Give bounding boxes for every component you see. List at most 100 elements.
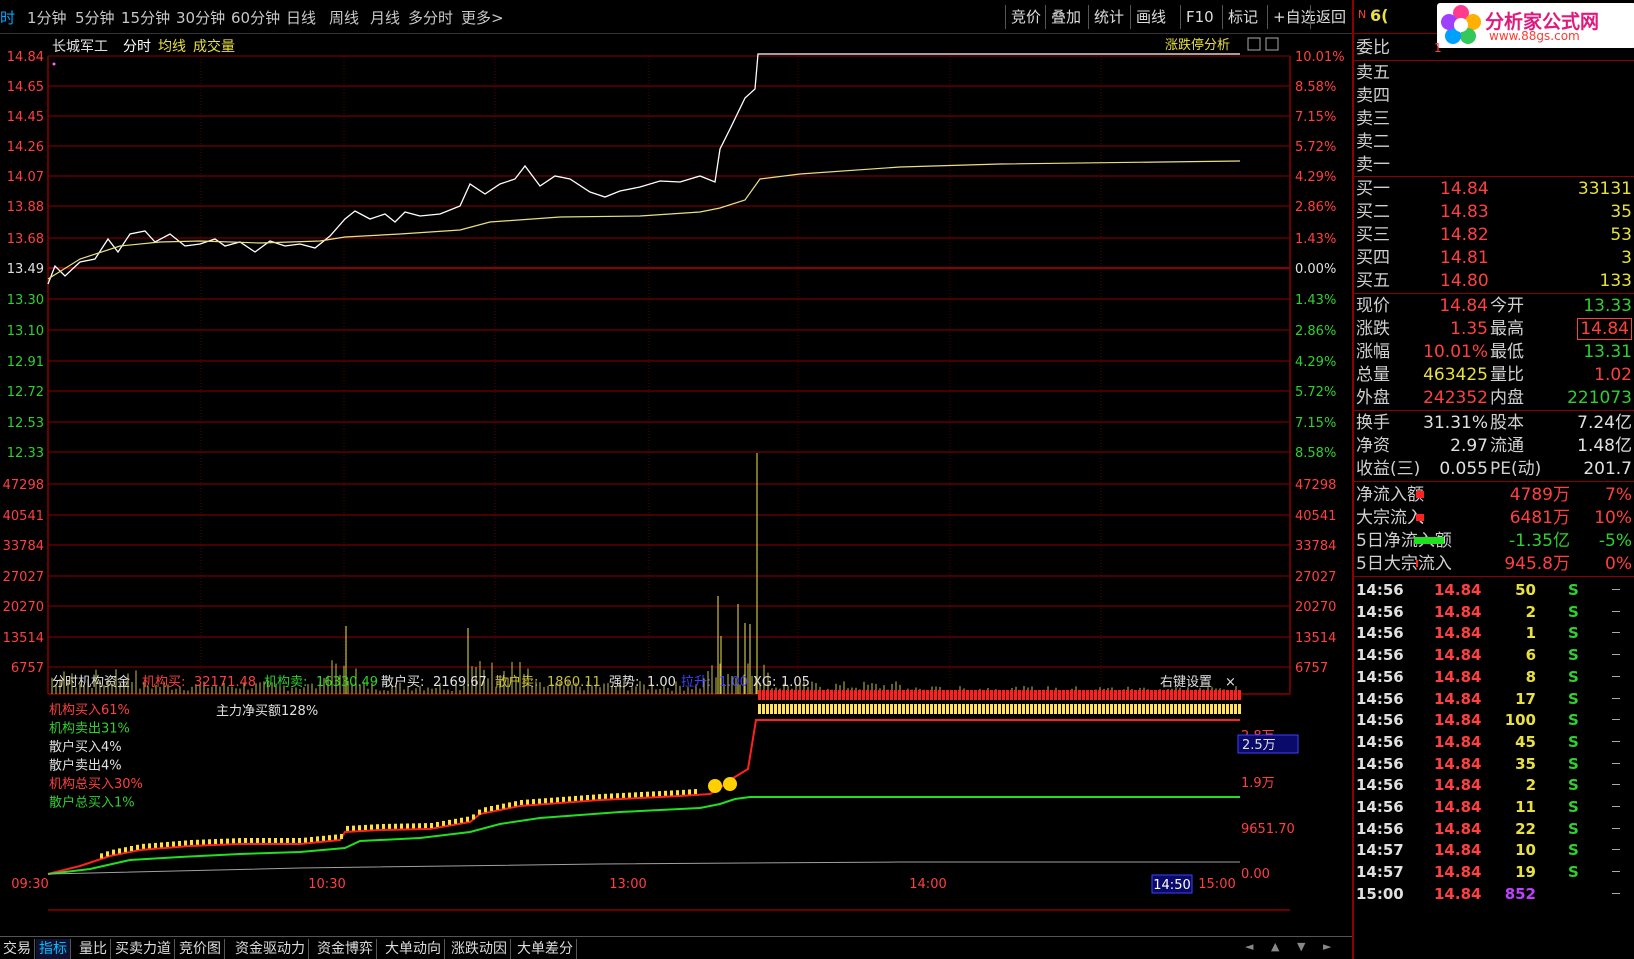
limit-marker-yellow [1202,704,1205,714]
buy-marker [514,801,517,807]
expand-icon[interactable] [1265,37,1279,51]
indicator-tab-7[interactable]: 大单动向 [382,939,445,959]
flow-percent: 10% [1594,508,1632,528]
period-tab-1[interactable]: 1分钟 [27,7,67,28]
buy-marker [694,789,697,795]
collapse-icon[interactable] [1247,37,1261,51]
buy-marker [550,797,553,803]
period-tab-4[interactable]: 30分钟 [176,7,225,28]
indicator-tab-4[interactable]: 竞价图 [176,939,225,959]
indicator-tab-0[interactable]: 交易 [0,939,35,959]
limit-marker-red [1042,690,1045,700]
limit-marker-red [894,690,897,700]
period-tab-0[interactable]: 时 [0,7,15,28]
zoom-out-icon[interactable]: ▼ [1297,940,1305,953]
limit-marker-yellow [1114,704,1117,714]
limit-marker-red [770,690,773,700]
tick-price: 14.84 [1434,624,1482,643]
limit-marker-red [1130,690,1133,700]
bid-volume: 33131 [1577,179,1632,199]
buy-marker [226,838,229,844]
limit-marker-red [926,690,929,700]
info-value: 2.97 [1450,436,1488,456]
limit-marker-yellow [978,704,981,714]
ask-row: 卖三 [1354,108,1634,130]
indicator-tab-9[interactable]: 大单差分 [514,939,577,959]
period-tab-8[interactable]: 月线 [370,7,400,28]
period-tab-2[interactable]: 5分钟 [75,7,115,28]
toolbar-button-3[interactable]: 画线 [1130,5,1171,29]
toolbar-button-0[interactable]: 竞价 [1005,5,1046,29]
bid-row: 买二 14.83 35 [1354,201,1634,223]
indicator-tab-6[interactable]: 资金博弈 [314,939,377,959]
limit-marker-yellow [1042,704,1045,714]
toolbar-button-2[interactable]: 统计 [1088,5,1129,29]
limit-analysis-button[interactable]: 涨跌停分析 [1165,37,1230,53]
limit-marker-red [858,690,861,700]
tick-dash [1612,892,1620,894]
buy-marker [178,840,181,846]
buy-marker [556,797,559,803]
bid-level-label: 买一 [1356,179,1390,199]
indicator-settings-button[interactable]: 右键设置 [1160,675,1212,690]
tick-volume: 852 [1504,884,1536,903]
zoom-in-icon[interactable]: ▲ [1271,940,1279,953]
limit-marker-yellow [930,704,933,714]
buy-marker [154,842,157,848]
buy-marker [106,851,109,857]
period-tab-6[interactable]: 日线 [286,7,316,28]
toolbar-button-4[interactable]: F10 [1180,5,1219,29]
toolbar-button-7[interactable]: 返回 [1310,5,1351,29]
buy-marker [322,835,325,841]
scroll-left-icon[interactable]: ◄ [1245,940,1253,953]
time-share-chart[interactable]: 长城军工 分时 均线 成交量 涨跌停分析 14.84 14.65 14.45 14.26 14.0… [0,34,1352,936]
buy-marker [112,849,115,855]
indicator-tab-2[interactable]: 量比 [76,939,111,959]
indicator-retail-buy: 2169.67 [433,675,487,690]
tick-volume: 6 [1525,646,1536,665]
scroll-right-icon[interactable]: ► [1323,940,1331,953]
quote-value: 1.35 [1450,319,1488,339]
limit-marker-red [1186,690,1189,700]
indicator-legend-item: 散户买入4% [49,739,122,755]
period-tab-7[interactable]: 周线 [329,7,359,28]
indicator-tab-8[interactable]: 涨跌动因 [448,939,511,959]
tick-row: 15:00 14.84 852 [1354,883,1634,905]
bid-volume: 133 [1599,271,1632,291]
limit-marker-yellow [1182,704,1185,714]
limit-marker-red [1082,690,1085,700]
buy-marker [658,791,661,797]
buy-marker [472,814,475,820]
indicator-retail-buy-label: 散户买: [381,674,424,690]
period-tab-5[interactable]: 60分钟 [231,7,280,28]
period-tab-3[interactable]: 15分钟 [121,7,170,28]
limit-marker-yellow [950,704,953,714]
indicator-close-icon[interactable]: × [1225,675,1236,690]
buy-marker [268,838,271,843]
flow-percent: 7% [1605,485,1632,505]
indicator-xg-label: XG: [753,675,776,690]
buy-marker [358,825,361,831]
toolbar-button-5[interactable]: 标记 [1222,5,1263,29]
indicator-tab-3[interactable]: 买卖力道 [112,939,175,959]
limit-marker-red [862,690,865,700]
limit-marker-red [1014,690,1017,700]
limit-marker-yellow [990,704,993,714]
limit-marker-red [846,690,849,700]
toolbar-button-1[interactable]: 叠加 [1045,5,1086,29]
buy-marker [286,838,289,843]
indicator-tab-5[interactable]: 资金驱动力 [232,939,309,959]
period-tab-10[interactable]: 更多> [461,7,504,28]
buy-marker [496,804,499,810]
tick-side: S [1568,732,1579,751]
limit-marker-red [994,690,997,700]
tick-dash [1612,697,1620,699]
buy-marker [304,837,307,843]
flow-bar [1416,560,1418,567]
indicator-tab-1[interactable]: 指标 [36,939,71,959]
period-tab-9[interactable]: 多分时 [408,7,453,28]
buy-marker [574,795,577,801]
limit-marker-red [814,690,817,700]
percent-axis-label: 4.29% [1295,355,1336,370]
limit-marker-yellow [802,704,805,714]
